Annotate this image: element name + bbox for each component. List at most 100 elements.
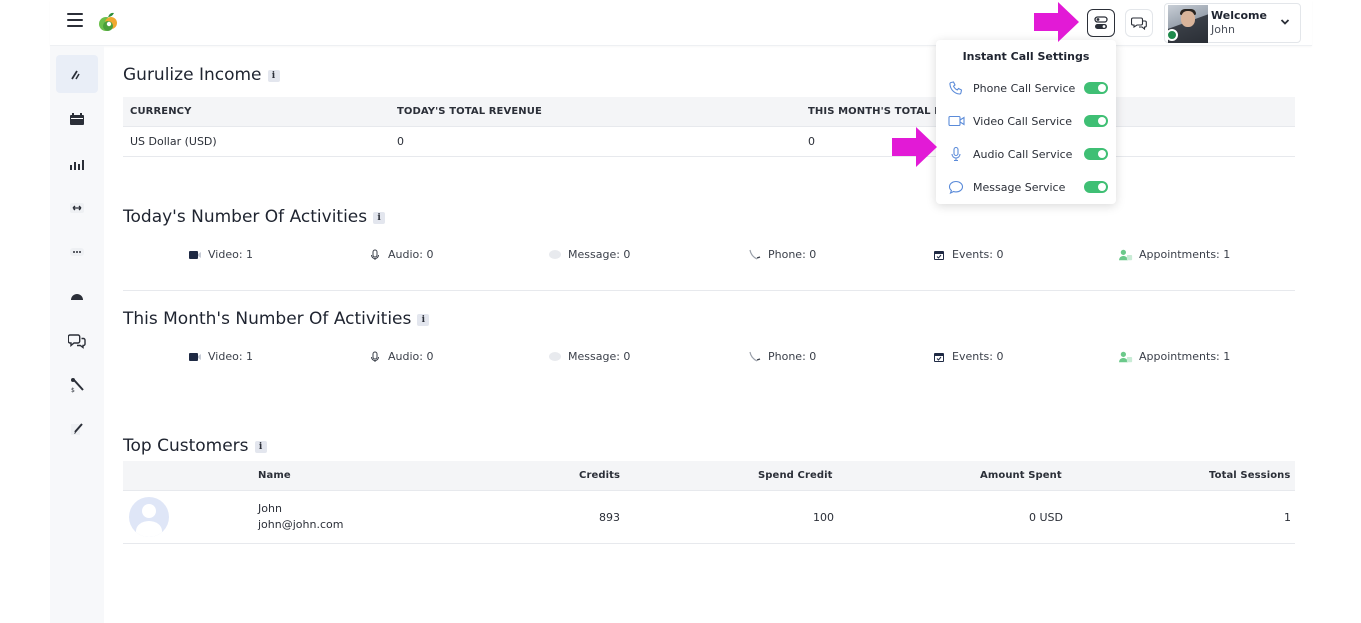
online-status-dot [1166,29,1178,41]
sidebar-item-tools[interactable]: $ [56,366,98,404]
popup-title: Instant Call Settings [962,50,1090,63]
customer-amount-spent: 0 USD [1029,511,1063,524]
income-section-title: Gurulize Income i [123,65,280,85]
activity-audio: Audio: 0 [368,350,433,363]
user-name: John [1211,23,1235,36]
activity-appointments: Appointments: 1 [1119,350,1230,363]
activity-label: Events: 0 [952,350,1004,363]
sidebar-item-edit[interactable] [56,410,98,448]
message-bubble-icon [548,249,562,261]
activity-label: Video: 1 [208,350,254,363]
chat-bubble-icon [948,179,968,195]
messages-button[interactable] [1125,9,1153,37]
app-logo [96,10,120,34]
customer-name: John [258,502,282,515]
video-icon [188,351,202,363]
customer-avatar [129,497,169,537]
info-icon[interactable]: i [267,70,280,82]
customers-table-header: Name Credits Spend Credit Amount Spent T… [123,461,1295,491]
annotation-arrow-icon [892,127,937,167]
sidebar-item-messages[interactable] [56,233,98,271]
service-label: Video Call Service [973,114,1072,128]
audio-call-service-toggle[interactable] [1084,148,1108,160]
chevron-down-icon[interactable] [1280,16,1290,29]
table-cell: US Dollar (USD) [130,135,217,148]
activity-label: Video: 1 [208,248,254,261]
column-header: Total Sessions [1209,470,1291,481]
income-table-header: CURRENCY TODAY'S TOTAL REVENUE THIS MONT… [123,97,1295,127]
event-calendar-icon [932,351,946,363]
today-title: Today's Number Of Activities [123,207,368,227]
activity-label: Phone: 0 [768,248,817,261]
sidebar-item-chat[interactable] [56,322,98,360]
menu-icon[interactable] [67,13,83,27]
table-cell: 0 [397,135,404,148]
annotation-arrow-icon [1034,2,1079,42]
app-root: Welcome John $ Gurulize Income i CURRENC… [0,0,1361,623]
video-call-service-toggle[interactable] [1084,115,1108,127]
sidebar-item-transfers[interactable] [56,189,98,227]
top-bar [50,0,1312,46]
phone-call-service-toggle[interactable] [1084,82,1108,94]
toggle-settings-icon [1094,16,1108,29]
activity-phone: Phone: 0 [748,248,816,261]
customers-section-title: Top Customers i [123,436,267,456]
info-icon[interactable]: i [417,314,430,326]
service-label: Message Service [973,180,1066,194]
video-camera-icon [948,114,968,128]
activity-label: Phone: 0 [768,350,817,363]
column-header: Spend Credit [758,470,833,481]
sidebar-item-status[interactable] [56,277,98,315]
event-calendar-icon [932,249,946,261]
edit-icon [71,423,83,435]
column-header: Credits [579,470,621,481]
income-title: Gurulize Income [123,65,262,85]
activity-appointments: Appointments: 1 [1119,248,1230,261]
sidebar-item-analytics[interactable] [56,145,98,183]
customer-credits: 893 [599,511,620,524]
microphone-icon [368,351,382,363]
user-appointment-icon [1119,351,1133,363]
transfer-icon [70,203,84,213]
instant-call-settings-button[interactable] [1087,9,1115,37]
message-service-toggle[interactable] [1084,181,1108,193]
video-icon [188,249,202,261]
svg-text:$: $ [71,387,75,393]
activity-message: Message: 0 [548,248,630,261]
phone-call-service-row: Phone Call Service [948,77,1108,99]
message-service-row: Message Service [948,176,1108,198]
chat-icon [68,334,86,349]
half-circle-icon [71,294,83,300]
today-section-title: Today's Number Of Activities i [123,207,386,227]
table-cell: 0 [808,135,815,148]
microphone-icon [948,146,968,162]
more-dots-icon [70,248,84,256]
info-icon[interactable]: i [373,212,386,224]
user-menu[interactable]: Welcome John [1164,3,1301,43]
column-header: CURRENCY [130,106,192,117]
phone-icon [748,351,762,363]
activity-label: Appointments: 1 [1139,350,1231,363]
welcome-label: Welcome [1211,9,1267,22]
calendar-icon [70,113,84,125]
service-label: Phone Call Service [973,81,1076,95]
activity-video: Video: 1 [188,248,253,261]
month-section-title: This Month's Number Of Activities i [123,309,430,329]
info-icon[interactable]: i [254,441,267,453]
divider [123,290,1295,291]
activity-message: Message: 0 [548,350,630,363]
sidebar: $ [50,46,104,623]
microphone-icon [368,249,382,261]
month-title: This Month's Number Of Activities [123,309,412,329]
activity-label: Audio: 0 [388,350,434,363]
audio-call-service-row: Audio Call Service [948,143,1108,165]
activity-video: Video: 1 [188,350,253,363]
sidebar-item-dashboard[interactable] [56,55,98,93]
video-call-service-row: Video Call Service [948,110,1108,132]
service-label: Audio Call Service [973,147,1073,161]
phone-icon [748,249,762,261]
activity-label: Audio: 0 [388,248,434,261]
customer-spend-credit: 100 [813,511,834,524]
activity-events: Events: 0 [932,350,1003,363]
sidebar-item-calendar[interactable] [56,100,98,138]
